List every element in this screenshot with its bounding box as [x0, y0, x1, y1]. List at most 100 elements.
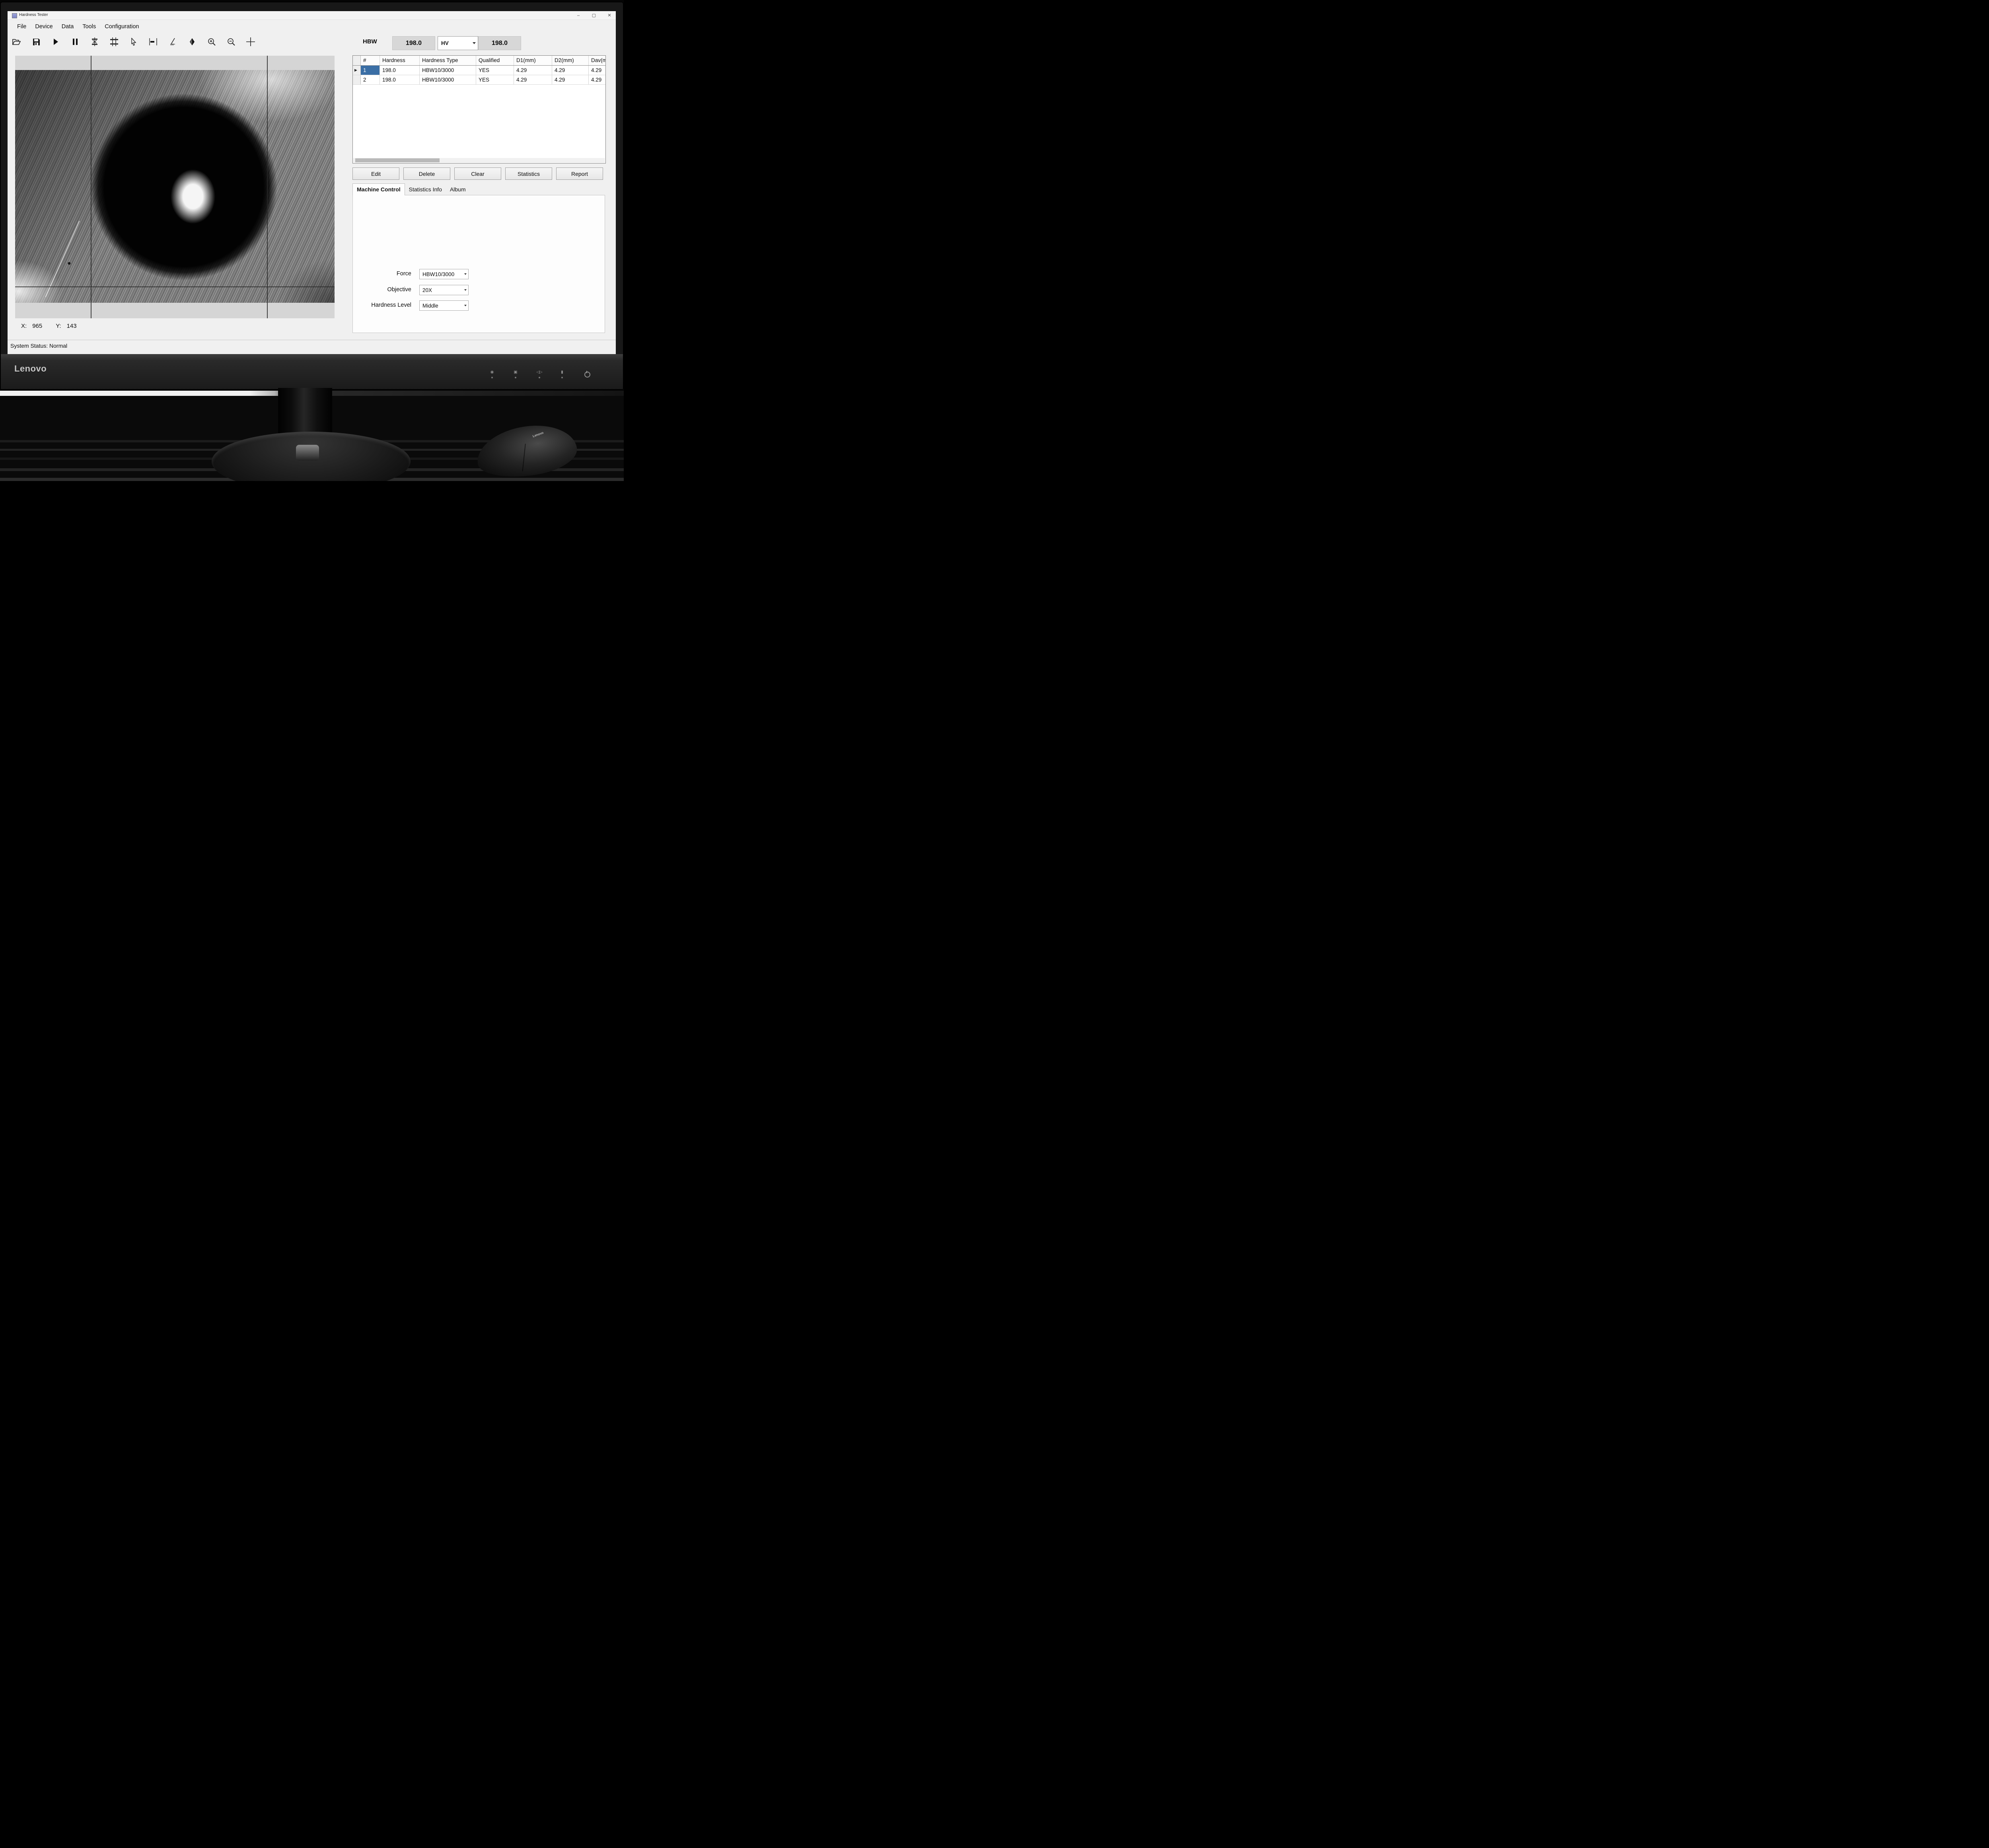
cell-num[interactable]: 2 [361, 75, 380, 84]
cell-d2[interactable]: 4.29 [552, 66, 589, 75]
y-value: 143 [67, 323, 77, 329]
crosshair-vertical-right [267, 56, 268, 318]
menu-icon: ▣ [508, 370, 524, 378]
tab-album[interactable]: Album [446, 184, 470, 195]
diamond-indenter-icon[interactable] [188, 37, 197, 47]
hbw-value: 198.0 [392, 36, 435, 50]
input-source-icon: ▮ [554, 370, 570, 378]
hardness-level-value: Middle [422, 303, 438, 309]
force-value: HBW10/3000 [422, 271, 454, 277]
system-status: System Status: Normal [10, 343, 67, 349]
open-file-icon[interactable] [12, 37, 21, 47]
maximize-button[interactable]: ▢ [592, 13, 596, 18]
table-row[interactable]: 2 198.0 HBW10/3000 YES 4.29 4.29 4.29 [353, 75, 605, 85]
cell-d1[interactable]: 4.29 [514, 66, 552, 75]
cell-hardness-type[interactable]: HBW10/3000 [420, 66, 476, 75]
app-icon [12, 13, 17, 18]
col-qualified: Qualified [476, 56, 514, 65]
menu-file[interactable]: File [16, 23, 27, 31]
hbw-label: HBW [363, 38, 377, 45]
tab-machine-control[interactable]: Machine Control [352, 183, 405, 195]
chevron-down-icon [464, 273, 467, 275]
power-icon [579, 372, 595, 378]
force-select[interactable]: HBW10/3000 [419, 269, 469, 279]
col-hardness-type: Hardness Type [420, 56, 476, 65]
cell-hardness-type[interactable]: HBW10/3000 [420, 75, 476, 84]
cell-qualified[interactable]: YES [476, 75, 514, 84]
objective-select[interactable]: 20X [419, 285, 469, 295]
save-icon[interactable] [32, 37, 41, 47]
row-selector-header [353, 56, 361, 65]
row-marker: ▶ [353, 66, 361, 75]
col-d2: D2(mm) [552, 56, 589, 65]
tab-statistics-info[interactable]: Statistics Info [405, 184, 446, 195]
table-header-row: # Hardness Hardness Type Qualified D1(mm… [353, 56, 605, 66]
mouse-brand-logo: Lenovo [532, 431, 544, 438]
angle-measure-icon[interactable] [168, 37, 177, 47]
cell-hardness[interactable]: 198.0 [380, 66, 420, 75]
col-dav: Dav(mm) [589, 56, 606, 65]
menu-device[interactable]: Device [34, 23, 54, 31]
delete-button[interactable]: Delete [403, 167, 450, 180]
force-label: Force [352, 271, 411, 277]
pause-icon[interactable] [71, 37, 80, 47]
crosshair-horizontal [15, 286, 335, 287]
clear-button[interactable]: Clear [454, 167, 501, 180]
report-button[interactable]: Report [556, 167, 603, 180]
col-num: # [361, 56, 380, 65]
specimen-image [15, 70, 335, 303]
chevron-down-icon [464, 305, 467, 306]
menu-data[interactable]: Data [60, 23, 75, 31]
col-hardness: Hardness [380, 56, 420, 65]
microscope-view[interactable] [15, 56, 335, 318]
calibrate-crosshair-icon[interactable] [90, 37, 99, 47]
scrollbar-thumb[interactable] [355, 158, 440, 162]
tab-strip: Machine Control Statistics Info Album [352, 183, 605, 195]
monitor-bezel: Hardness Tester – ▢ ✕ File Device Data T… [1, 2, 623, 389]
zoom-out-icon[interactable] [227, 37, 235, 47]
cell-dav[interactable]: 4.29 [589, 66, 606, 75]
lenovo-logo: Lenovo [14, 364, 47, 374]
hv-value: 198.0 [478, 36, 521, 50]
width-measure-icon[interactable] [149, 37, 158, 47]
close-button[interactable]: ✕ [607, 13, 612, 18]
minimize-button[interactable]: – [576, 13, 581, 18]
play-icon[interactable] [51, 37, 60, 47]
menu-configuration[interactable]: Configuration [103, 23, 140, 31]
hardness-level-select[interactable]: Middle [419, 300, 469, 311]
chevron-down-icon [464, 289, 467, 291]
table-row[interactable]: ▶ 1 198.0 HBW10/3000 YES 4.29 4.29 4.29 [353, 66, 605, 75]
results-table[interactable]: # Hardness Hardness Type Qualified D1(mm… [352, 55, 606, 164]
cursor-icon[interactable] [129, 37, 138, 47]
objective-value: 20X [422, 287, 432, 293]
cell-d2[interactable]: 4.29 [552, 75, 589, 84]
cell-hardness[interactable]: 198.0 [380, 75, 420, 84]
x-label: X: [21, 323, 27, 329]
hv-scale-select[interactable]: HV [438, 36, 478, 50]
photo-scene: Hardness Tester – ▢ ✕ File Device Data T… [0, 0, 624, 481]
window-title: Hardness Tester [19, 13, 48, 17]
col-d1: D1(mm) [514, 56, 552, 65]
statistics-button[interactable]: Statistics [505, 167, 552, 180]
navigate-icons: ◁▷ [531, 370, 547, 378]
mouse-button-seam [522, 444, 525, 471]
zoom-in-icon[interactable] [207, 37, 216, 47]
screen: Hardness Tester – ▢ ✕ File Device Data T… [8, 11, 616, 354]
cell-num[interactable]: 1 [361, 66, 380, 75]
horizontal-scrollbar[interactable] [353, 158, 605, 163]
chevron-down-icon [473, 42, 476, 44]
crosshair-plus-icon[interactable] [246, 37, 255, 47]
cell-qualified[interactable]: YES [476, 66, 514, 75]
volume-icon: ◉ [484, 370, 500, 378]
x-value: 965 [32, 323, 42, 329]
grid-icon[interactable] [110, 37, 119, 47]
title-bar: Hardness Tester – ▢ ✕ [8, 11, 616, 20]
menu-tools[interactable]: Tools [81, 23, 97, 31]
stand-joint [296, 445, 319, 461]
edit-button[interactable]: Edit [352, 167, 399, 180]
cursor-coordinates: X:965Y:143 [21, 323, 82, 329]
cell-dav[interactable]: 4.29 [589, 75, 606, 84]
machine-control-panel [352, 195, 605, 333]
cell-d1[interactable]: 4.29 [514, 75, 552, 84]
objective-label: Objective [352, 286, 411, 293]
